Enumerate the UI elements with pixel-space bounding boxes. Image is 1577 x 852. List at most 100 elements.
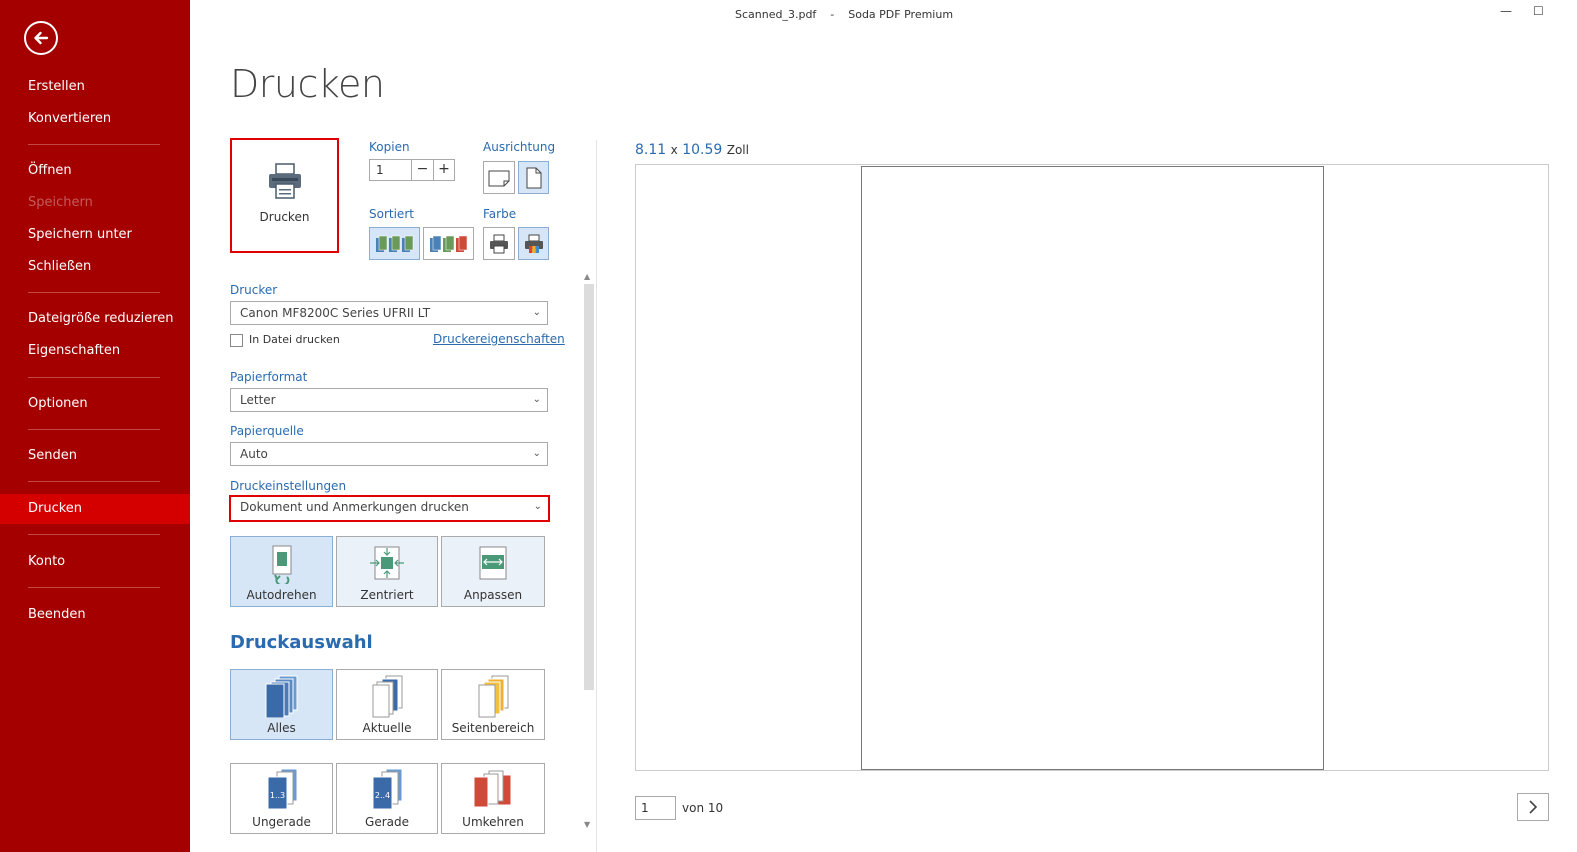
sidebar-item-drucken[interactable]: Drucken [0, 494, 190, 524]
sidebar-item-dateigroesse-reduzieren[interactable]: Dateigröße reduzieren [0, 304, 190, 334]
sidebar-item-eigenschaften[interactable]: Eigenschaften [0, 336, 190, 366]
uncollated-toggle[interactable] [423, 227, 474, 260]
center-icon [370, 546, 404, 580]
sidebar-item-speichern: Speichern [28, 195, 93, 210]
print-reverse-button[interactable]: Umkehren [441, 763, 545, 834]
portrait-toggle[interactable] [518, 161, 549, 194]
sidebar-item-speichern-unter[interactable]: Speichern unter [0, 220, 190, 250]
color-printer-icon [524, 234, 543, 253]
page-height: 10.59 [682, 142, 723, 158]
next-page-button[interactable] [1517, 793, 1549, 821]
print-odd-button[interactable]: 1..3 Ungerade [230, 763, 333, 834]
fit-label: Anpassen [463, 588, 523, 602]
scroll-down-icon[interactable]: ▼ [584, 820, 590, 829]
color-toggle[interactable] [518, 227, 549, 260]
panel-divider [596, 140, 597, 852]
title-bar: Scanned_3.pdf - Soda PDF Premium — ☐ [190, 0, 1577, 28]
landscape-page-icon [488, 170, 510, 186]
sidebar-item-oeffnen[interactable]: Öffnen [0, 156, 190, 186]
print-settings-value: Dokument und Anmerkungen drucken [240, 500, 469, 514]
print-all-button[interactable]: Alles [230, 669, 333, 740]
sidebar-item-senden[interactable]: Senden [0, 441, 190, 471]
print-odd-label: Ungerade [252, 815, 311, 829]
chevron-down-icon: ⌄ [532, 448, 541, 459]
sidebar: Erstellen Konvertieren Öffnen Speichern … [0, 0, 190, 852]
printer-select-value: Canon MF8200C Series UFRII LT [240, 306, 431, 320]
center-button[interactable]: Zentriert [336, 536, 438, 607]
sidebar-item-optionen[interactable]: Optionen [0, 389, 190, 419]
print-range-button[interactable]: Seitenbereich [441, 669, 545, 740]
fit-icon [479, 546, 507, 580]
sidebar-separator [28, 144, 160, 145]
fit-button[interactable]: Anpassen [441, 536, 545, 607]
printer-label: Drucker [230, 283, 278, 297]
printer-icon [268, 163, 301, 199]
decrement-button[interactable]: − [412, 160, 433, 180]
print-button-label: Drucken [259, 210, 310, 224]
odd-pages-icon-text: 1..3 [269, 791, 284, 800]
sidebar-separator [28, 377, 160, 378]
chevron-down-icon: ⌄ [532, 394, 541, 405]
print-to-file-label: In Datei drucken [249, 333, 340, 346]
page-number-input[interactable]: 1 [635, 796, 676, 820]
orientation-label: Ausrichtung [483, 140, 556, 154]
print-settings-select[interactable]: Dokument und Anmerkungen drucken ⌄ [229, 495, 550, 522]
even-pages-icon-text: 2..4 [375, 791, 390, 800]
dimension-unit: Zoll [726, 143, 749, 157]
maximize-icon[interactable]: ☐ [1533, 4, 1544, 18]
settings-scrollbar[interactable]: ▲ ▼ [583, 272, 595, 832]
sidebar-separator [28, 481, 160, 482]
page-range-icon [478, 675, 509, 718]
sidebar-item-erstellen[interactable]: Erstellen [0, 72, 190, 102]
print-selection-title: Druckauswahl [230, 632, 373, 653]
window-title: Scanned_3.pdf - Soda PDF Premium [735, 8, 954, 21]
paper-source-label: Papierquelle [230, 424, 304, 438]
grayscale-printer-icon [490, 234, 508, 253]
print-preview [635, 164, 1549, 771]
paper-source-value: Auto [240, 447, 268, 461]
print-current-button[interactable]: Aktuelle [336, 669, 438, 740]
app-window: Erstellen Konvertieren Öffnen Speichern … [0, 0, 1577, 852]
autorotate-button[interactable]: Autodrehen [230, 536, 333, 607]
sidebar-item-konto[interactable]: Konto [0, 547, 190, 577]
collated-pages-icon [375, 235, 413, 252]
chevron-right-icon [1529, 800, 1538, 814]
odd-pages-icon: 1..3 [267, 768, 297, 810]
landscape-toggle[interactable] [483, 161, 515, 194]
printer-select[interactable]: Canon MF8200C Series UFRII LT ⌄ [230, 301, 548, 325]
minimize-icon[interactable]: — [1500, 4, 1512, 18]
reverse-pages-icon [473, 770, 512, 808]
sidebar-separator [28, 587, 160, 588]
print-reverse-label: Umkehren [462, 815, 524, 829]
increment-button[interactable]: + [433, 160, 454, 180]
paper-format-label: Papierformat [230, 370, 308, 384]
paper-format-select[interactable]: Letter ⌄ [230, 388, 548, 412]
page-title: Drucken [230, 62, 385, 106]
grayscale-toggle[interactable] [483, 227, 515, 260]
print-even-button[interactable]: 2..4 Gerade [336, 763, 438, 834]
uncollated-pages-icon [429, 235, 467, 252]
page-width: 8.11 [635, 142, 667, 158]
scroll-thumb[interactable] [584, 284, 594, 690]
print-range-label: Seitenbereich [451, 721, 535, 735]
paper-source-select[interactable]: Auto ⌄ [230, 442, 548, 466]
copies-input[interactable]: 1 [370, 160, 412, 180]
scroll-up-icon[interactable]: ▲ [584, 272, 590, 281]
center-label: Zentriert [360, 588, 414, 602]
back-arrow-icon[interactable] [24, 21, 58, 55]
autorotate-label: Autodrehen [246, 588, 317, 602]
sidebar-separator [28, 429, 160, 430]
collated-toggle[interactable] [369, 227, 420, 260]
print-all-label: Alles [267, 721, 296, 735]
current-page-icon [372, 675, 403, 718]
page-dimensions: 8.11 x 10.59 Zoll [635, 142, 749, 158]
all-pages-icon [265, 675, 297, 718]
sidebar-item-beenden[interactable]: Beenden [0, 600, 190, 630]
sidebar-item-schliessen[interactable]: Schließen [0, 252, 190, 282]
portrait-page-icon [526, 167, 541, 188]
printer-properties-link[interactable]: Druckereigenschaften [433, 332, 565, 346]
print-button[interactable]: Drucken [230, 138, 339, 253]
sorted-label: Sortiert [369, 207, 414, 221]
sidebar-item-konvertieren[interactable]: Konvertieren [0, 104, 190, 134]
print-to-file-checkbox[interactable] [230, 334, 243, 347]
